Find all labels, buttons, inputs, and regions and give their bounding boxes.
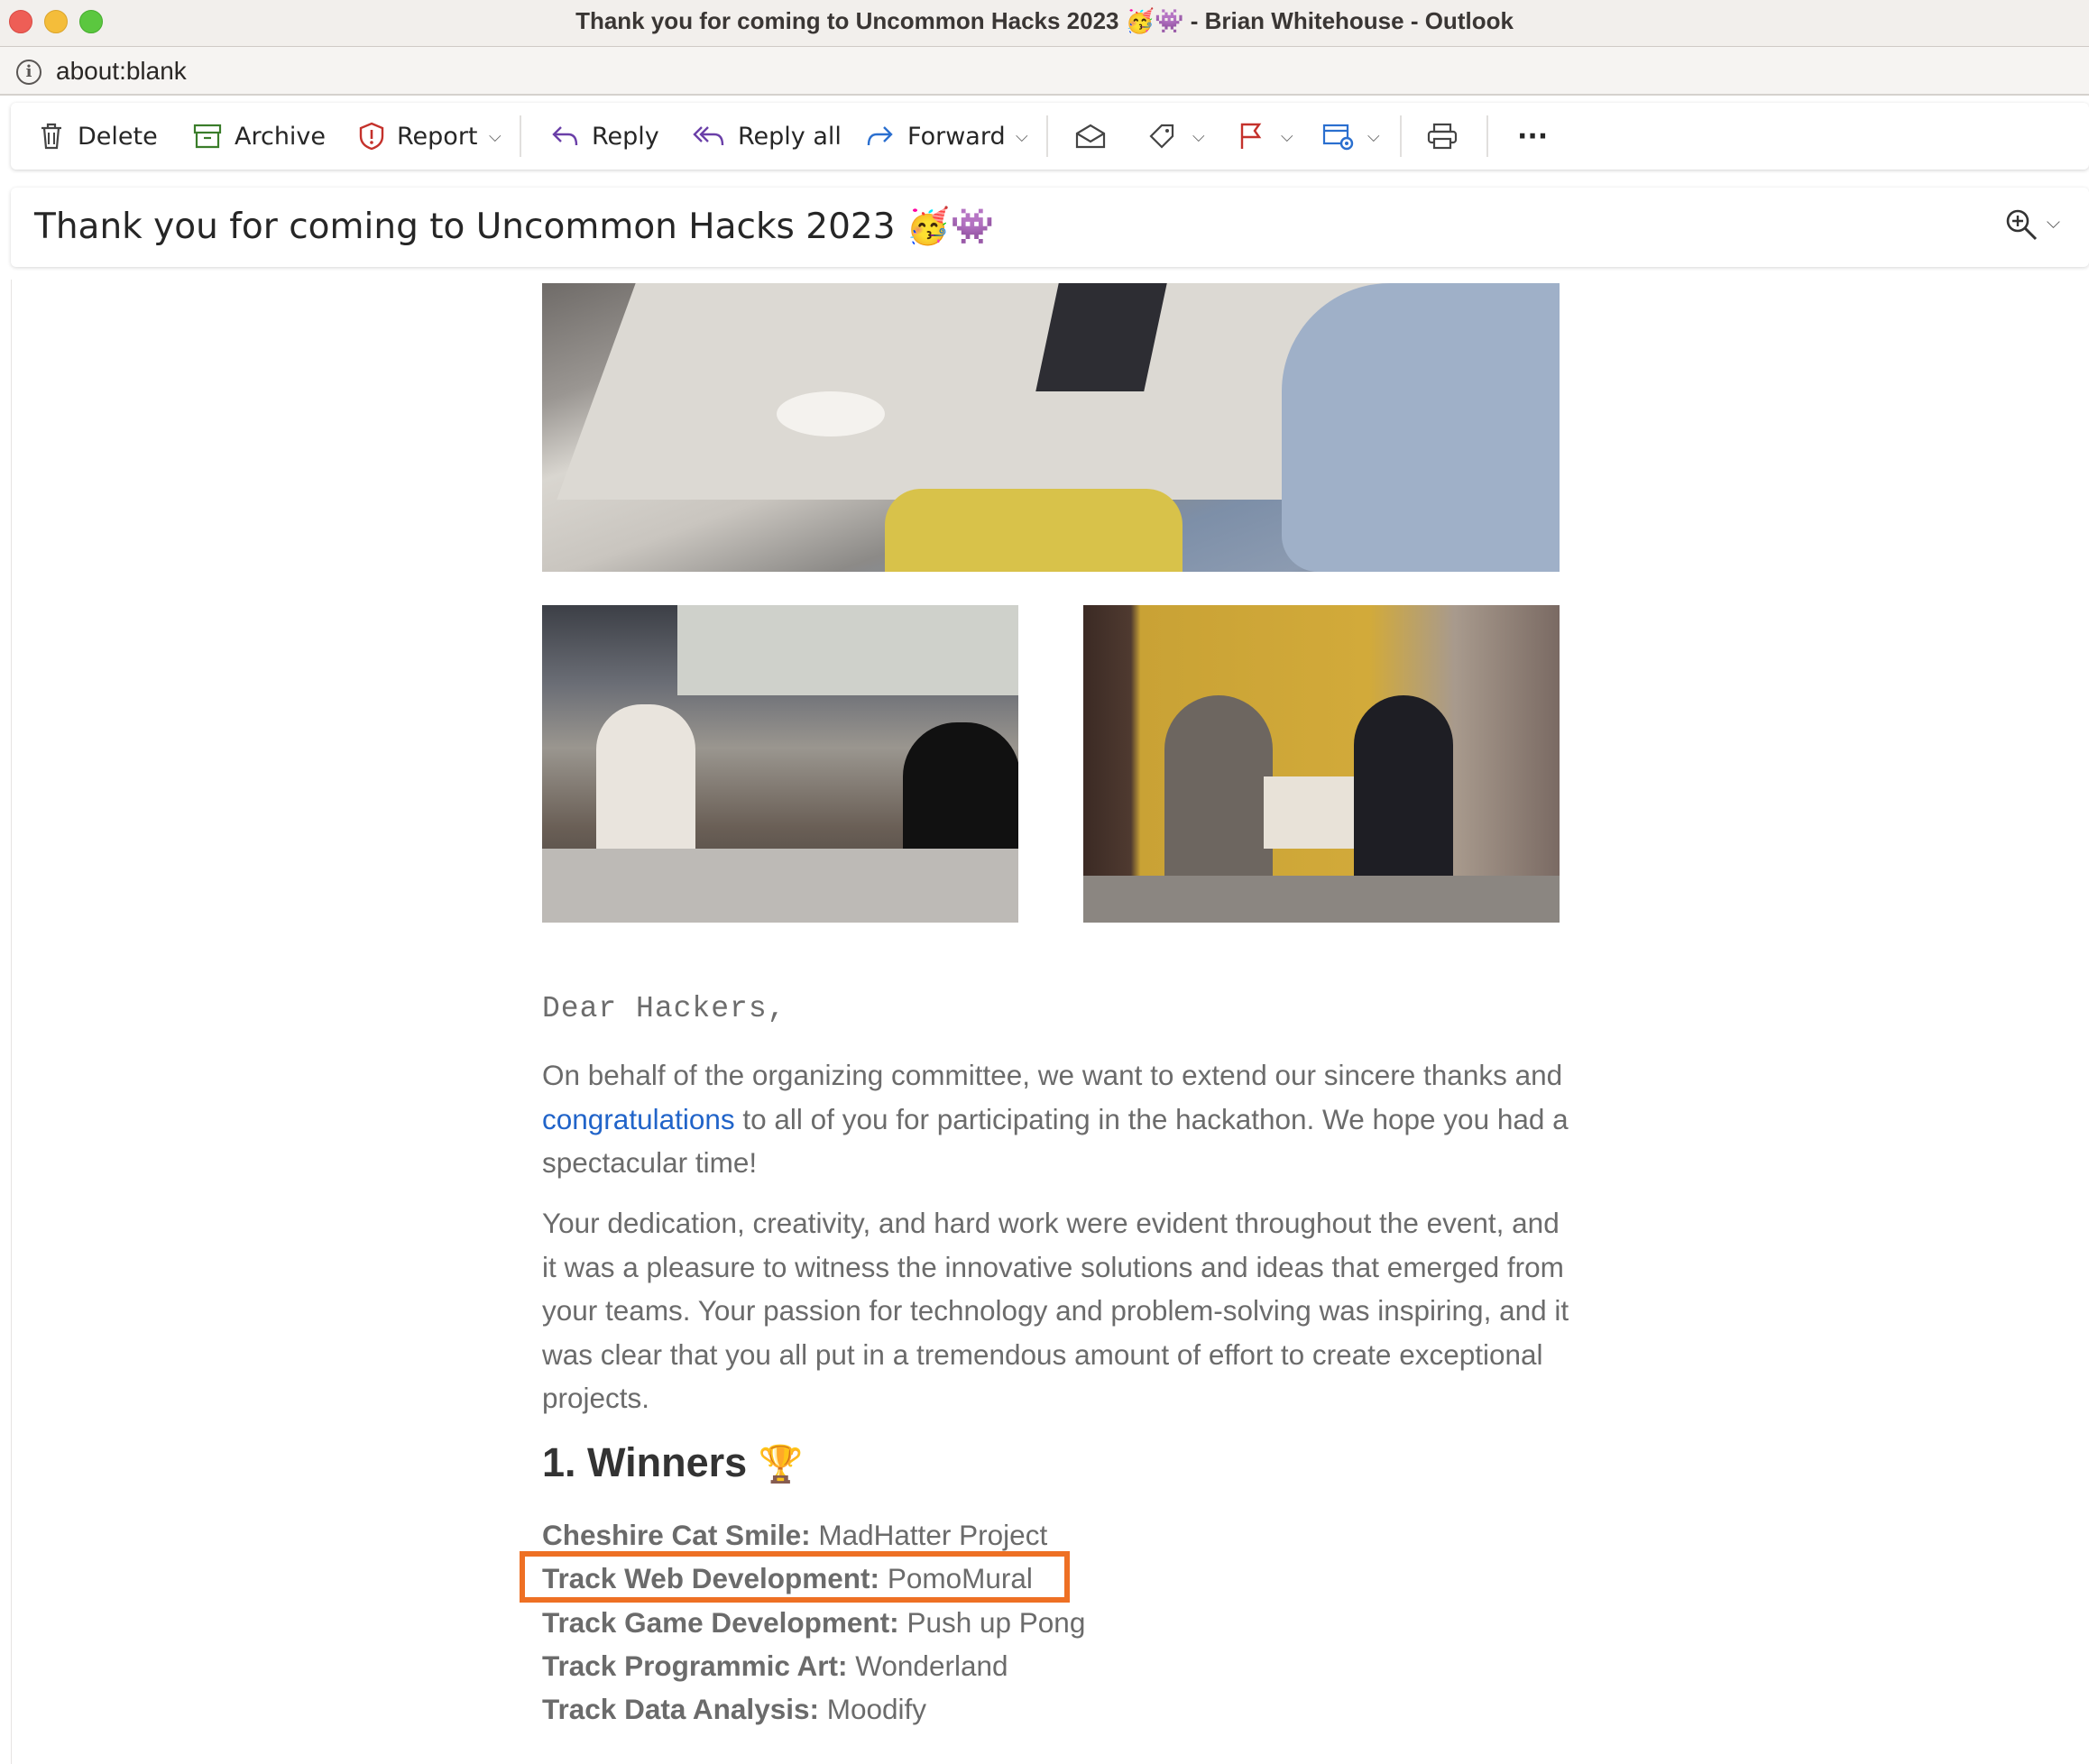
window-title: Thank you for coming to Uncommon Hacks 2… (575, 7, 1514, 34)
delete-label: Delete (78, 122, 158, 151)
winners-heading-text: 1. Winners (542, 1439, 748, 1485)
winner-project: Wonderland (855, 1649, 1008, 1682)
rules-settings-icon (1322, 124, 1354, 151)
rules-button[interactable] (1322, 103, 1367, 170)
winner-project: Moodify (826, 1693, 927, 1726)
toolbar-divider (1486, 115, 1488, 157)
tag-chevron-down-icon[interactable]: ⌵ (1192, 103, 1205, 170)
report-chevron-down-icon[interactable]: ⌵ (489, 103, 502, 170)
toolbar-divider (1400, 115, 1402, 157)
message-subject: Thank you for coming to Uncommon Hacks 2… (34, 207, 995, 247)
reply-all-label: Reply all (738, 122, 842, 151)
forward-chevron-down-icon[interactable]: ⌵ (1016, 103, 1028, 170)
toolbar-divider (1046, 115, 1048, 157)
hackathon-photo-crowd (542, 605, 1018, 923)
forward-label: Forward (907, 122, 1006, 151)
highlight-box (520, 1551, 1070, 1603)
print-button[interactable] (1427, 103, 1470, 170)
winner-track: Track Game Development: (542, 1605, 899, 1639)
zoom-chevron-down-icon[interactable]: ⌵ (2047, 213, 2060, 234)
report-label: Report (397, 122, 478, 151)
tag-icon (1149, 124, 1174, 149)
winner-track: Cheshire Cat Smile: (542, 1519, 811, 1551)
delete-button[interactable]: Delete (38, 103, 158, 170)
printer-icon (1427, 123, 1458, 150)
toolbar-divider (520, 115, 521, 157)
paragraph-dedication: Your dedication, creativity, and hard wo… (542, 1207, 1569, 1414)
reply-icon (552, 126, 578, 146)
address-bar: i about:blank (0, 47, 2089, 96)
archive-button[interactable]: Archive (193, 103, 326, 170)
flag-chevron-down-icon[interactable]: ⌵ (1281, 103, 1293, 170)
categorize-button[interactable] (1147, 103, 1189, 170)
shield-alert-icon (359, 122, 384, 151)
trophy-icon: 🏆 (758, 1445, 804, 1484)
paragraph-thanks: On behalf of the organizing committee, w… (542, 1053, 1579, 1185)
reply-button[interactable]: Reply (550, 103, 659, 170)
archive-label: Archive (235, 122, 327, 151)
forward-icon (867, 126, 893, 146)
report-button[interactable]: Report (359, 103, 478, 170)
winners-heading: 1. Winners 🏆 (542, 1439, 803, 1486)
more-icon: ··· (1517, 120, 1549, 152)
reply-all-button[interactable]: Reply all (693, 103, 842, 170)
more-actions-button[interactable]: ··· (1517, 103, 1548, 170)
trash-icon (41, 123, 61, 150)
winner-project: Push up Pong (906, 1605, 1086, 1639)
winner-project: MadHatter Project (818, 1519, 1048, 1551)
paragraph-text: On behalf of the organizing committee, w… (542, 1059, 1563, 1091)
winner-row: Track Programmic Art: Wonderland (542, 1644, 1085, 1687)
winner-track: Track Programmic Art: (542, 1649, 848, 1682)
congratulations-link[interactable]: congratulations (542, 1103, 735, 1135)
url-text[interactable]: about:blank (56, 47, 187, 96)
flag-button[interactable] (1238, 103, 1275, 170)
hackathon-photo-top (542, 283, 1560, 572)
zoom-in-icon[interactable] (2004, 207, 2038, 242)
window-titlebar: Thank you for coming to Uncommon Hacks 2… (0, 0, 2089, 47)
reply-label: Reply (592, 122, 659, 151)
winner-track: Track Data Analysis: (542, 1693, 819, 1726)
message-toolbar: Delete Archive Report ⌵ Reply Reply all … (11, 103, 2089, 170)
subject-bar: Thank you for coming to Uncommon Hacks 2… (11, 188, 2089, 267)
winners-list: Cheshire Cat Smile: MadHatter Project Tr… (542, 1513, 1085, 1731)
flag-icon (1240, 123, 1262, 149)
archive-icon (193, 124, 222, 149)
greeting: Dear Hackers, (542, 992, 787, 1025)
winner-row: Track Data Analysis: Moodify (542, 1687, 1085, 1731)
rules-chevron-down-icon[interactable]: ⌵ (1367, 103, 1380, 170)
info-icon[interactable]: i (16, 60, 41, 85)
winner-row: Track Game Development: Push up Pong (542, 1601, 1085, 1644)
envelope-open-icon (1075, 124, 1106, 149)
forward-button[interactable]: Forward (866, 103, 1006, 170)
mark-read-button[interactable] (1075, 103, 1118, 170)
reply-all-icon (693, 126, 724, 146)
hackathon-photo-two-participants (1083, 605, 1560, 923)
